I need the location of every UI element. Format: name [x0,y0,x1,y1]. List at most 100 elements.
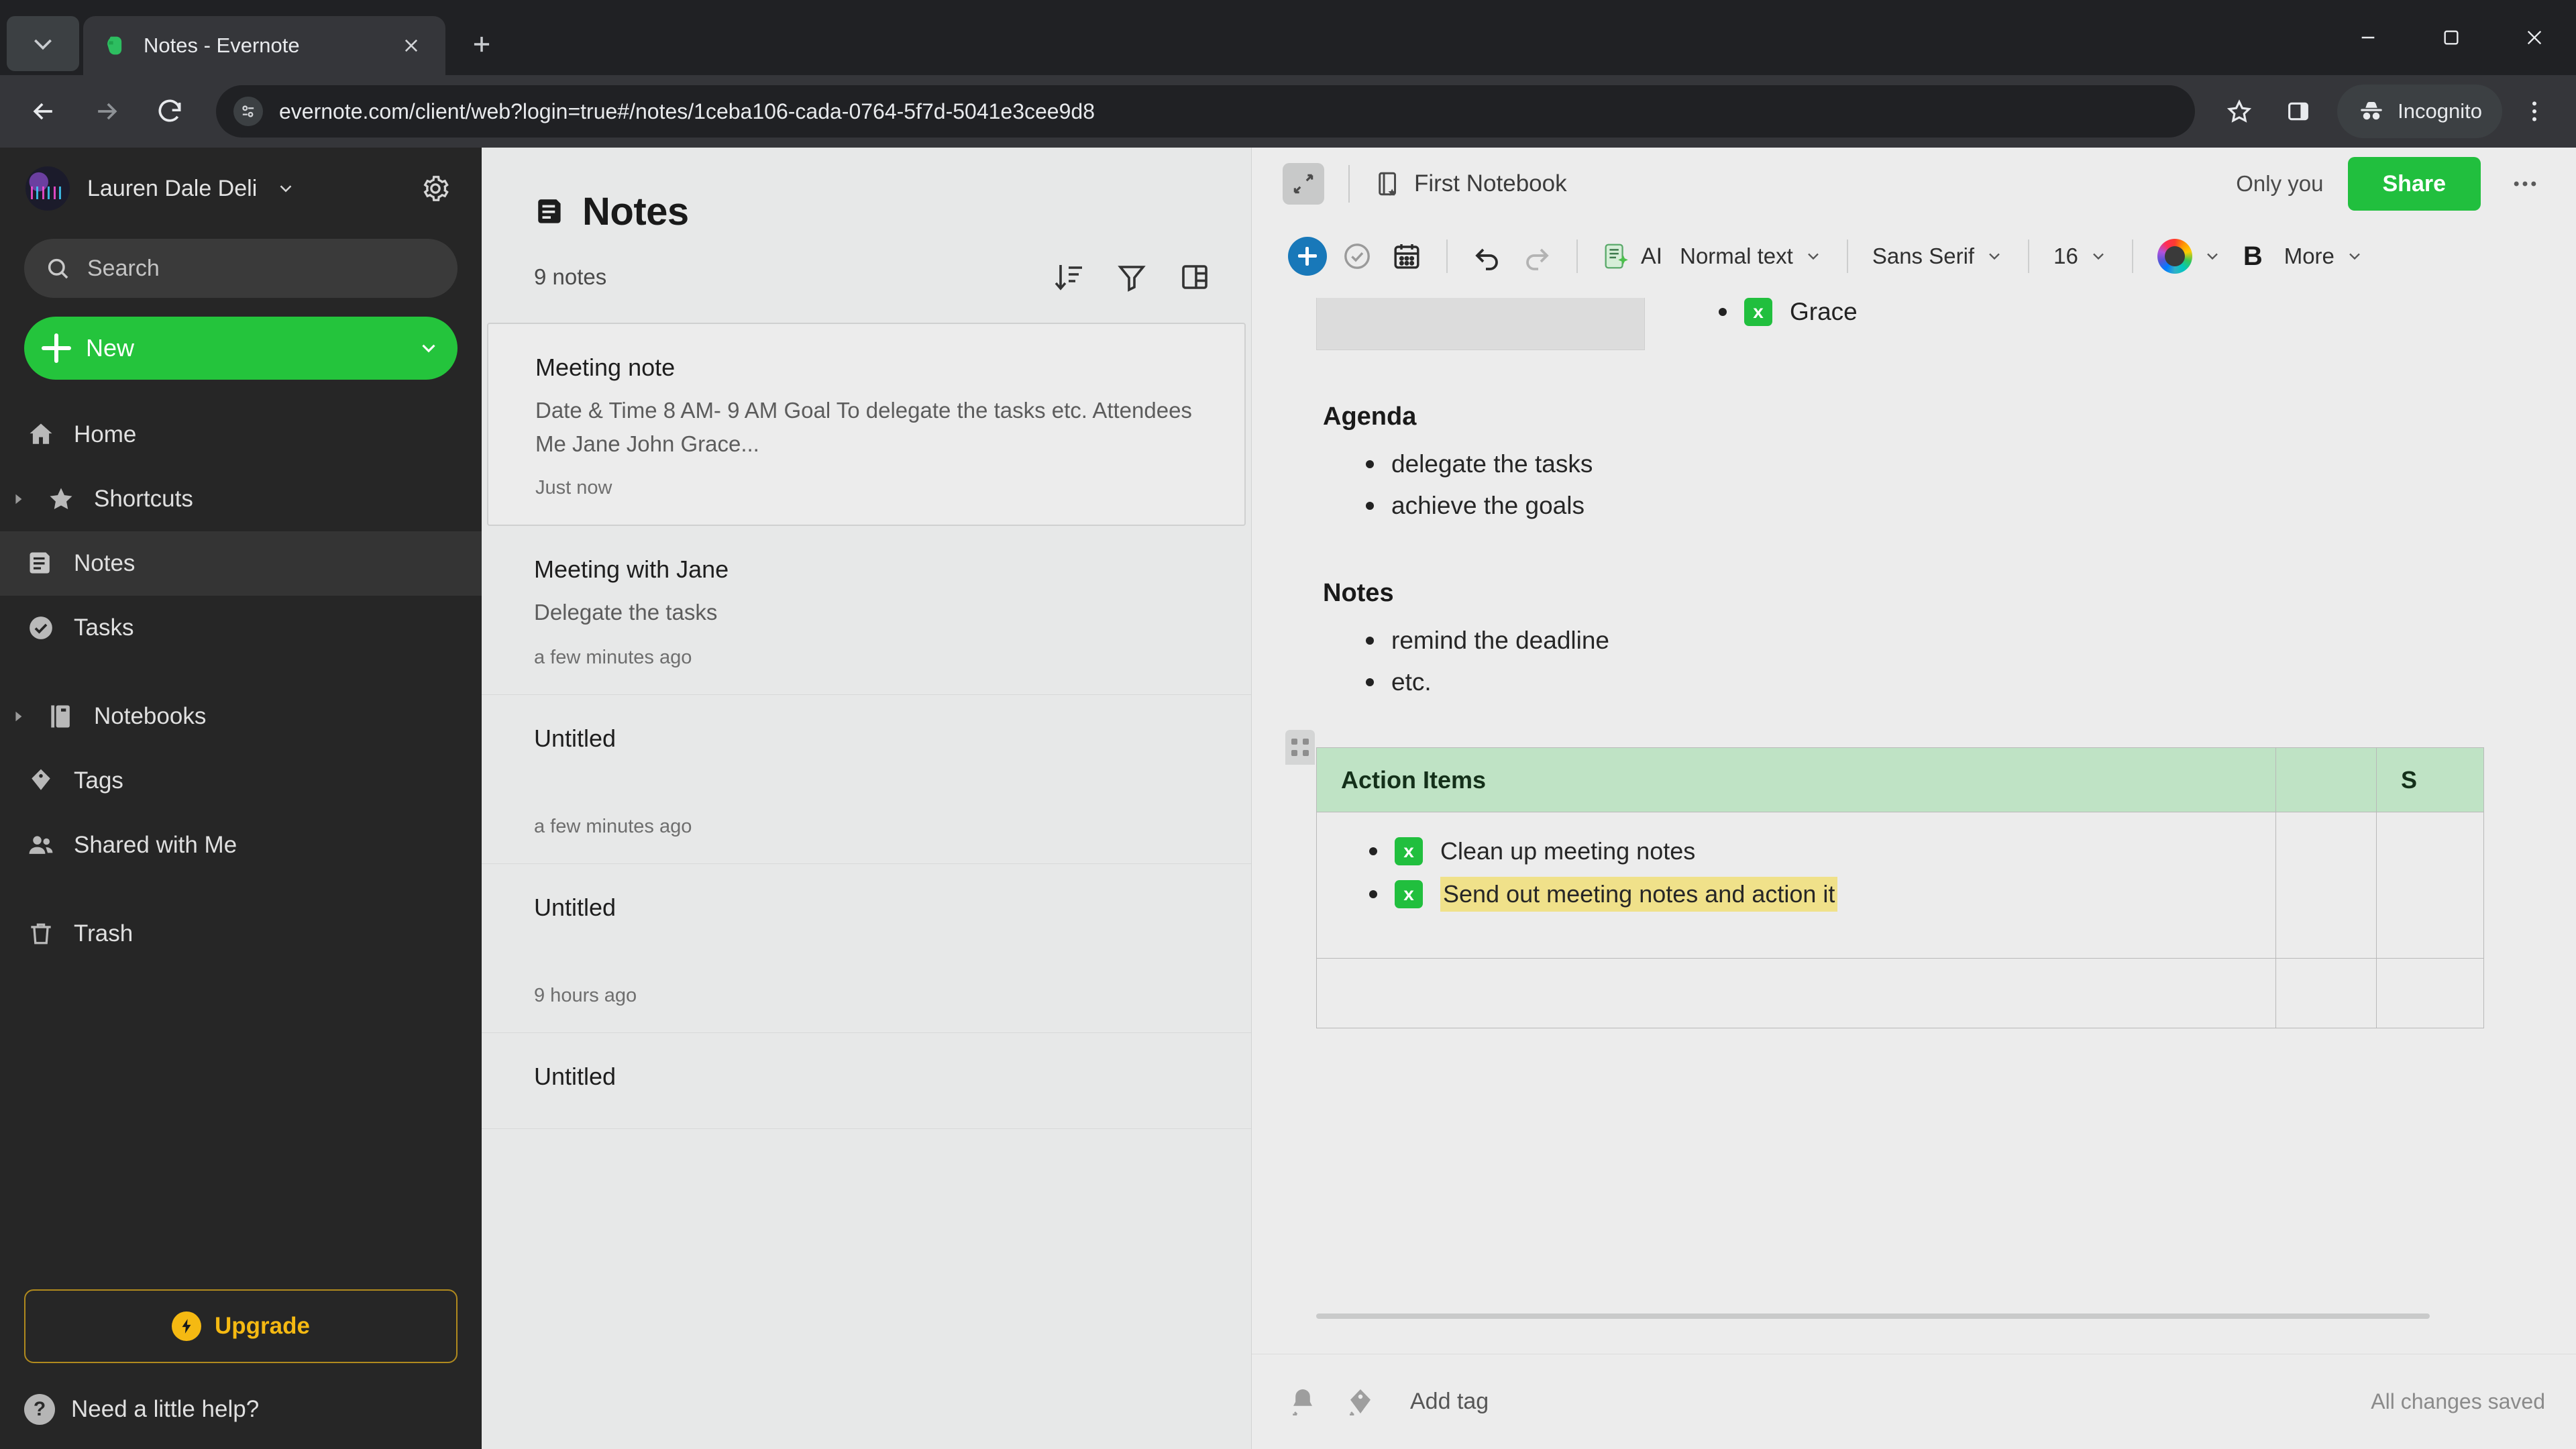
table-row: x Clean up meeting notes x Send out meet… [1316,812,2484,959]
avatar [25,166,70,211]
sidebar-item-notebooks[interactable]: Notebooks [0,684,482,749]
add-tag-label[interactable]: Add tag [1410,1389,1489,1415]
font-size-dropdown[interactable]: 16 [2044,232,2117,280]
ai-button[interactable]: AI [1593,241,1670,272]
account-row[interactable]: Lauren Dale Deli [0,148,482,229]
table-cell[interactable]: x Clean up meeting notes x Send out meet… [1316,812,2276,959]
table-cell[interactable] [2275,958,2377,1028]
text-style-dropdown[interactable]: Normal text [1670,232,1832,280]
action-items-table[interactable]: Action Items S x Clean up meeting notes [1316,747,2484,1028]
insert-calendar-button[interactable] [1382,231,1432,281]
notebook-selector[interactable]: First Notebook [1374,170,1567,198]
incognito-icon [2361,102,2382,120]
divider [1348,165,1350,203]
text-color-dropdown[interactable] [2148,232,2231,280]
maximize-button[interactable] [2410,0,2493,75]
editor-header: First Notebook Only you Share [1252,148,2576,220]
sidebar-item-tasks[interactable]: Tasks [0,596,482,660]
help-button[interactable]: ? Need a little help? [24,1394,458,1425]
task-chip-icon[interactable]: x [1395,880,1423,908]
share-button[interactable]: Share [2347,157,2481,211]
section-heading: Agenda [1323,402,1417,431]
plus-circle-icon[interactable] [1288,237,1327,276]
browser-menu-button[interactable] [2508,85,2561,138]
table-cell-partial[interactable] [1316,298,1645,350]
forward-button[interactable] [78,83,136,140]
view-layout-icon[interactable] [1177,260,1212,294]
bell-add-icon [1293,1389,1312,1415]
settings-button[interactable] [415,168,456,209]
redo-button[interactable] [1512,231,1562,281]
tab-close-button[interactable] [396,30,427,61]
filter-icon[interactable] [1114,260,1149,294]
table-header-cell[interactable] [2275,747,2377,812]
list-item[interactable]: Untitled [482,1033,1251,1129]
sidebar-item-trash[interactable]: Trash [0,902,482,966]
close-icon [2527,30,2542,45]
add-tag-button[interactable] [1340,1382,1381,1422]
sidebar: Lauren Dale Deli Search New Home Shortcu… [0,148,482,1449]
sidebar-item-tags[interactable]: Tags [0,749,482,813]
close-window-button[interactable] [2493,0,2576,75]
font-family-dropdown[interactable]: Sans Serif [1863,232,2013,280]
sharing-status[interactable]: Only you [2236,171,2323,197]
incognito-indicator[interactable]: Incognito [2337,85,2502,138]
address-bar[interactable]: evernote.com/client/web?login=true#/note… [216,85,2196,138]
color-wheel-icon [2157,239,2192,274]
tab-title: Notes - Evernote [144,34,300,57]
list-item[interactable]: Meeting note Date & Time 8 AM- 9 AM Goal… [487,323,1246,526]
expand-triangle-icon[interactable] [11,710,25,722]
sidebar-item-shared-with-me[interactable]: Shared with Me [0,813,482,877]
side-panel-button[interactable] [2271,85,2325,138]
upgrade-button[interactable]: Upgrade [24,1289,458,1363]
site-settings-button[interactable] [233,97,263,126]
sidebar-item-label: Tags [74,767,123,794]
undo-button[interactable] [1462,231,1512,281]
bullet-dot [1366,460,1374,468]
bold-button[interactable]: B [2231,241,2275,272]
minimize-button[interactable] [2326,0,2410,75]
insert-task-button[interactable] [1332,231,1382,281]
expand-triangle-icon[interactable] [11,493,25,505]
horizontal-scrollbar[interactable] [1316,1313,2430,1319]
back-button[interactable] [15,83,72,140]
sidebar-item-notes[interactable]: Notes [0,531,482,596]
note-title: Meeting with Jane [534,555,729,583]
chevron-down-icon [2206,253,2218,260]
task-chip-icon[interactable]: x [1395,837,1423,865]
new-button-chevron[interactable] [417,337,440,360]
more-formatting-dropdown[interactable]: More [2275,232,2373,280]
table-drag-handle[interactable] [1285,730,1315,765]
calendar-icon [1394,244,1419,269]
sidebar-item-shortcuts[interactable]: Shortcuts [0,467,482,531]
evernote-elephant-icon [107,36,122,55]
new-tab-button[interactable] [458,20,506,68]
list-item[interactable]: Untitled a few minutes ago [482,695,1251,864]
table-cell[interactable] [2376,812,2484,959]
bullet-dot [1719,308,1727,316]
upgrade-label: Upgrade [215,1313,310,1339]
list-item[interactable]: Untitled 9 hours ago [482,864,1251,1033]
note-content[interactable]: x Grace Agenda delegate the tasks achiev… [1252,292,2576,1354]
account-chevron[interactable] [276,178,296,199]
list-item[interactable]: Meeting with Jane Delegate the tasks a f… [482,526,1251,695]
search-input[interactable]: Search [24,239,458,298]
add-reminder-button[interactable] [1283,1382,1323,1422]
table-header-cell[interactable]: S [2376,747,2484,812]
sidebar-item-home[interactable]: Home [0,402,482,467]
new-button[interactable]: New [24,317,458,380]
expand-editor-button[interactable] [1283,163,1324,205]
table-cell[interactable] [1316,958,2276,1028]
table-cell[interactable] [2275,812,2377,959]
reload-button[interactable] [141,83,199,140]
minimize-icon [2361,36,2375,39]
note-more-menu-button[interactable] [2505,164,2545,204]
table-header-cell[interactable]: Action Items [1316,747,2276,812]
table-cell[interactable] [2376,958,2484,1028]
task-chip-icon[interactable]: x [1744,298,1772,326]
sort-icon[interactable] [1051,260,1086,294]
tab-search-button[interactable] [7,16,79,71]
browser-tab[interactable]: Notes - Evernote [83,16,445,75]
reload-icon [158,99,181,122]
bookmark-button[interactable] [2212,85,2266,138]
